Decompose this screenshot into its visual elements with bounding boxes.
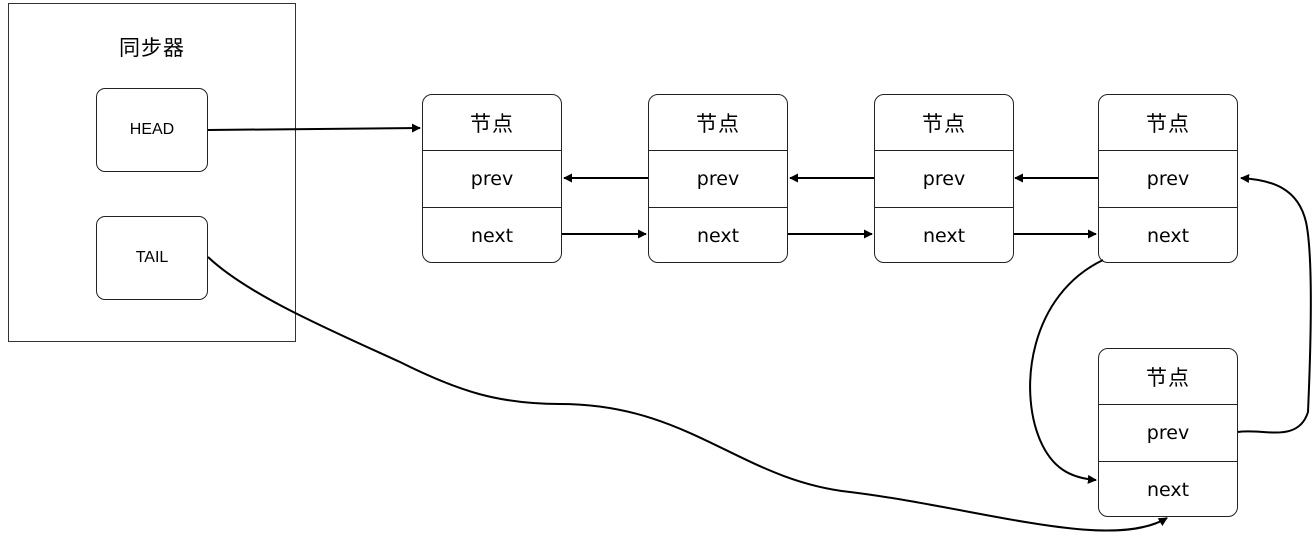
queue-node-5: 节点 prev next [1098,348,1238,517]
tail-label: TAIL [135,249,169,266]
node-next-field: next [1146,225,1190,247]
queue-node-3: 节点 prev next [874,94,1014,263]
node-title: 节点 [649,95,787,151]
node-prev-field: prev [1099,151,1237,208]
head-label: HEAD [129,121,175,138]
queue-node-4: 节点 prev next [1098,94,1238,263]
node4-next-to-node5-arrow [1029,259,1104,484]
node-title: 节点 [875,95,1013,151]
node-prev-field: prev [875,151,1013,208]
node-prev-field: prev [1099,405,1237,462]
node-next-field: next [922,225,966,247]
node-next-field: next [1146,479,1190,501]
node-prev-field: prev [649,151,787,208]
node-title: 节点 [423,95,561,151]
node-title: 节点 [1099,349,1237,405]
node-prev-field: prev [423,151,561,208]
tail-pointer-box: TAIL [96,216,208,300]
node5-prev-to-node4-arrow [1237,174,1312,434]
diagram-canvas: 同步器 HEAD TAIL 节点 prev next 节点 prev next … [0,0,1314,540]
synchronizer-title: 同步器 [119,36,185,60]
queue-node-2: 节点 prev next [648,94,788,263]
queue-node-1: 节点 prev next [422,94,562,263]
head-pointer-box: HEAD [96,88,208,172]
tail-to-node5-arrow [207,256,1168,532]
node-title: 节点 [1099,95,1237,151]
node-next-field: next [470,225,514,247]
node-next-field: next [696,225,740,247]
